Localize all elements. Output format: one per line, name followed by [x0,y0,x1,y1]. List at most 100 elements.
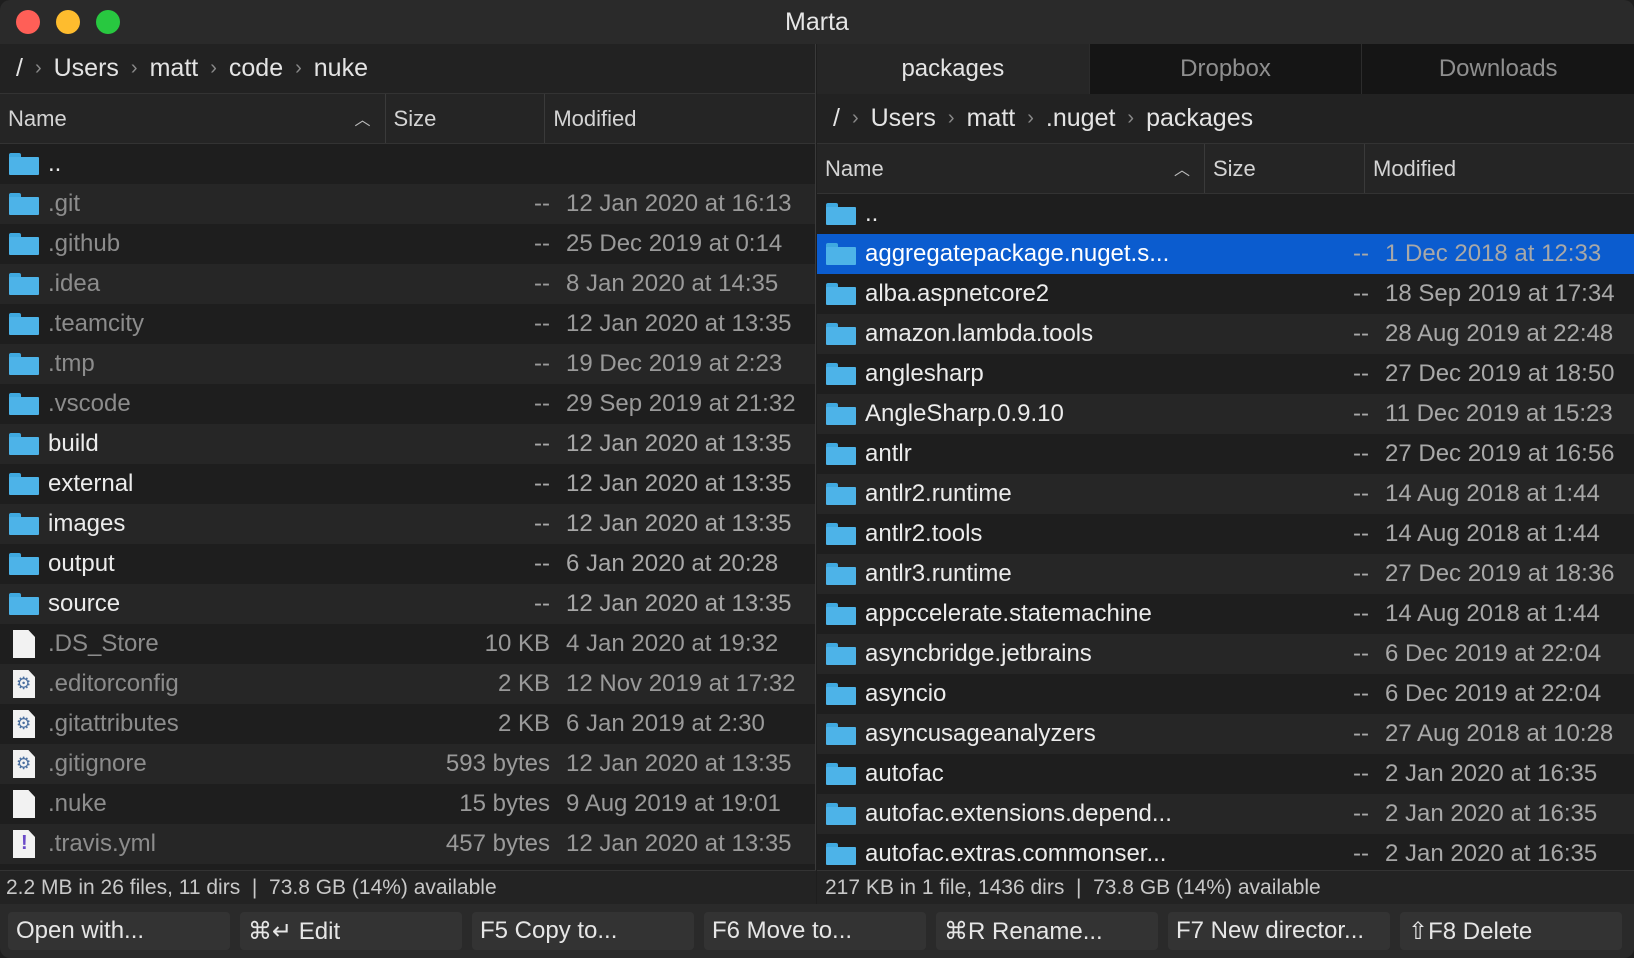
file-row[interactable]: antlr2.runtime -- 14 Aug 2018 at 1:44 [817,474,1634,514]
file-modified: 18 Sep 2019 at 17:34 [1385,280,1615,307]
delete-button[interactable]: ⇧F8 Delete [1400,912,1622,950]
breadcrumb-item[interactable]: Users [54,54,119,83]
file-row[interactable]: antlr3.runtime -- 27 Dec 2019 at 18:36 [817,554,1634,594]
chevron-right-icon: › [851,107,859,129]
file-modified: 29 Sep 2019 at 21:32 [566,390,796,417]
rename-button[interactable]: ⌘R Rename... [936,912,1158,950]
file-name: autofac [865,760,944,787]
breadcrumb-item[interactable]: Users [871,104,936,133]
tab-packages[interactable]: packages [817,44,1090,94]
file-row[interactable]: .git -- 12 Jan 2020 at 16:13 [0,184,815,224]
breadcrumb-item[interactable]: matt [150,54,199,83]
edit-button[interactable]: ⌘↵ Edit [240,912,462,950]
breadcrumb-item[interactable]: / [833,104,840,133]
column-header-modified[interactable]: Modified [545,94,815,143]
file-row[interactable]: .idea -- 8 Jan 2020 at 14:35 [0,264,815,304]
file-size: -- [1353,760,1369,787]
file-row[interactable]: .gitattributes 2 KB 6 Jan 2019 at 2:30 [0,704,815,744]
file-row[interactable]: appccelerate.statemachine -- 14 Aug 2018 a… [817,594,1634,634]
folder-icon [817,283,865,305]
right-file-list[interactable]: .. aggregatepackage.nuget.s... -- 1 Dec 201… [817,194,1634,874]
title-bar[interactable]: Marta [0,0,1634,44]
left-pane[interactable]: / › Users › matt › code › nuke Name ︿ Si… [0,44,816,904]
file-row[interactable]: .github -- 25 Dec 2019 at 0:14 [0,224,815,264]
file-row[interactable]: autofac -- 2 Jan 2020 at 16:35 [817,754,1634,794]
breadcrumb-item[interactable]: .nuget [1046,104,1116,133]
column-header-modified[interactable]: Modified [1365,144,1634,193]
file-row[interactable]: .teamcity -- 12 Jan 2020 at 13:35 [0,304,815,344]
right-pane[interactable]: packages Dropbox Downloads / › Users › m… [817,44,1634,904]
file-modified: 11 Dec 2019 at 15:23 [1385,400,1613,427]
file-size: 2 KB [497,670,550,697]
column-header-name[interactable]: Name ︿ [817,144,1205,193]
file-row[interactable]: .travis.yml 457 bytes 12 Jan 2020 at 13:35 [0,824,815,864]
file-row[interactable]: autofac.extensions.depend... -- 2 Jan 2020… [817,794,1634,834]
config-file-icon [0,710,48,738]
file-row[interactable]: asyncbridge.jetbrains -- 6 Dec 2019 at 22:… [817,634,1634,674]
file-size: -- [534,430,550,457]
new-directory-button[interactable]: F7 New director... [1168,912,1390,950]
column-header-label: Size [1213,155,1256,181]
tab-downloads[interactable]: Downloads [1362,44,1634,94]
breadcrumb-item[interactable]: nuke [314,54,368,83]
file-row[interactable]: output -- 6 Jan 2020 at 20:28 [0,544,815,584]
left-file-list[interactable]: .. .git -- 12 Jan 2020 at 16:13 .github -- 25 … [0,144,815,864]
file-row[interactable]: external -- 12 Jan 2020 at 13:35 [0,464,815,504]
file-row[interactable]: .vscode -- 29 Sep 2019 at 21:32 [0,384,815,424]
column-header-size[interactable]: Size [1205,144,1365,193]
file-row[interactable]: antlr -- 27 Dec 2019 at 16:56 [817,434,1634,474]
file-row[interactable]: asyncusageanalyzers -- 27 Aug 2018 at 10:2… [817,714,1634,754]
breadcrumb-item[interactable]: code [229,54,283,83]
file-row[interactable]: AngleSharp.0.9.10 -- 11 Dec 2019 at 15:23 [817,394,1634,434]
file-name: antlr [865,440,912,467]
file-row[interactable]: .. [0,144,815,184]
file-row[interactable]: images -- 12 Jan 2020 at 13:35 [0,504,815,544]
file-row[interactable]: amazon.lambda.tools -- 28 Aug 2019 at 22:4… [817,314,1634,354]
file-name: .DS_Store [48,630,159,657]
file-size: -- [1353,560,1369,587]
file-row[interactable]: .nuke 15 bytes 9 Aug 2019 at 19:01 [0,784,815,824]
chevron-right-icon: › [1027,107,1034,129]
open-with-button[interactable]: Open with... [8,912,230,950]
breadcrumb-item[interactable]: / [16,54,23,83]
file-size: 10 KB [484,630,550,657]
left-column-header: Name ︿ Size Modified [0,94,815,144]
file-row[interactable]: .gitignore 593 bytes 12 Jan 2020 at 13:35 [0,744,815,784]
file-row[interactable]: build -- 12 Jan 2020 at 13:35 [0,424,815,464]
file-size: -- [1353,440,1369,467]
file-size: 457 bytes [445,830,550,857]
file-row[interactable]: antlr2.tools -- 14 Aug 2018 at 1:44 [817,514,1634,554]
file-name: antlr3.runtime [865,560,1012,587]
file-row[interactable]: .. [817,194,1634,234]
left-breadcrumb: / › Users › matt › code › nuke [0,44,815,94]
file-modified: 6 Dec 2019 at 22:04 [1385,680,1602,707]
folder-icon [817,323,865,345]
column-header-size[interactable]: Size [386,94,546,143]
file-row[interactable]: source -- 12 Jan 2020 at 13:35 [0,584,815,624]
file-row[interactable]: asyncio -- 6 Dec 2019 at 22:04 [817,674,1634,714]
file-row[interactable]: .tmp -- 19 Dec 2019 at 2:23 [0,344,815,384]
file-row[interactable]: autofac.extras.commonser... -- 2 Jan 2020 … [817,834,1634,874]
copy-to-button[interactable]: F5 Copy to... [472,912,694,950]
file-row[interactable]: .DS_Store 10 KB 4 Jan 2020 at 19:32 [0,624,815,664]
move-to-button[interactable]: F6 Move to... [704,912,926,950]
file-modified: 12 Jan 2020 at 13:35 [566,310,792,337]
file-row[interactable]: alba.aspnetcore2 -- 18 Sep 2019 at 17:34 [817,274,1634,314]
tab-dropbox[interactable]: Dropbox [1089,44,1363,94]
right-status-bar: 217 KB in 1 file, 1436 dirs | 73.8 GB (1… [817,870,1634,904]
column-header-name[interactable]: Name ︿ [0,94,386,143]
file-row[interactable]: anglesharp -- 27 Dec 2019 at 18:50 [817,354,1634,394]
chevron-right-icon: › [210,57,217,79]
file-name: .gitattributes [48,710,179,737]
breadcrumb-item[interactable]: matt [967,104,1016,133]
file-size: -- [1353,360,1369,387]
folder-icon [817,483,865,505]
folder-icon [817,443,865,465]
file-row[interactable]: aggregatepackage.nuget.s... -- 1 Dec 2018 … [817,234,1634,274]
file-row[interactable]: .editorconfig 2 KB 12 Nov 2019 at 17:32 [0,664,815,704]
file-modified: 27 Dec 2019 at 18:50 [1385,360,1615,387]
file-name: .gitignore [48,750,147,777]
file-size: -- [534,550,550,577]
breadcrumb-item[interactable]: packages [1146,104,1253,133]
folder-icon [0,313,48,335]
